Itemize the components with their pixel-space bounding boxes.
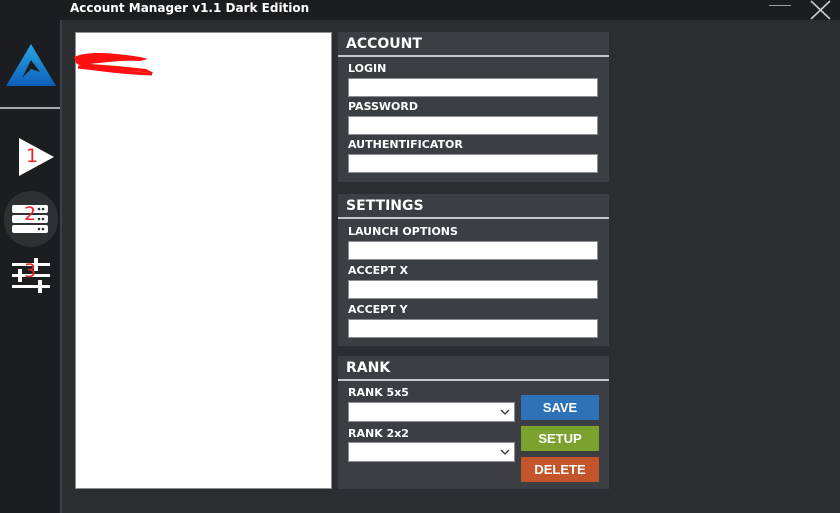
close-icon[interactable] [806,0,834,20]
authentificator-label: AUTHENTIFICATOR [348,138,463,151]
save-button[interactable]: SAVE [521,395,599,420]
chevron-down-icon [500,449,510,455]
app-logo-icon [4,42,58,90]
sidebar: 1 2 3 [0,20,62,513]
rank-5x5-select[interactable] [348,402,515,422]
rank-panel: RANK RANK 5x5 RANK 2x2 SAVE SETUP DELETE [338,356,609,489]
password-label: PASSWORD [348,100,419,113]
sidebar-item-settings[interactable]: 3 [4,248,58,304]
panel-header: RANK [338,356,609,381]
panel-title: RANK [346,360,391,376]
minimize-icon[interactable] [766,0,794,20]
login-input[interactable] [348,78,598,97]
panel-header: ACCOUNT [338,32,609,57]
redaction-scribble [74,53,154,76]
setup-button[interactable]: SETUP [521,426,599,451]
window-title: Account Manager v1.1 Dark Edition [70,1,310,15]
chevron-down-icon [500,409,510,415]
launch-options-input[interactable] [348,241,598,260]
panel-header: SETTINGS [338,194,609,219]
sidebar-item-number: 2 [24,203,37,225]
delete-button[interactable]: DELETE [521,457,599,482]
sidebar-item-number: 3 [24,260,37,282]
account-panel: ACCOUNT LOGIN PASSWORD AUTHENTIFICATOR [338,32,609,182]
account-list[interactable] [74,32,332,489]
launch-options-label: LAUNCH OPTIONS [348,225,458,238]
sidebar-item-servers[interactable]: 2 [4,191,58,247]
password-input[interactable] [348,116,598,135]
login-label: LOGIN [348,62,387,75]
accept-y-input[interactable] [348,319,598,338]
sidebar-item-number: 1 [26,145,39,167]
settings-panel: SETTINGS LAUNCH OPTIONS ACCEPT X ACCEPT … [338,194,609,346]
rank-2x2-label: RANK 2x2 [348,427,409,440]
rank-2x2-select[interactable] [348,442,515,462]
accept-y-label: ACCEPT Y [348,303,408,316]
title-bar: Account Manager v1.1 Dark Edition [0,0,840,20]
rank-5x5-label: RANK 5x5 [348,386,409,399]
panel-title: SETTINGS [346,198,424,214]
authentificator-input[interactable] [348,154,598,173]
sidebar-divider [0,107,60,109]
panel-title: ACCOUNT [346,36,422,52]
accept-x-label: ACCEPT X [348,264,409,277]
sidebar-item-play[interactable]: 1 [4,130,58,186]
accept-x-input[interactable] [348,280,598,299]
